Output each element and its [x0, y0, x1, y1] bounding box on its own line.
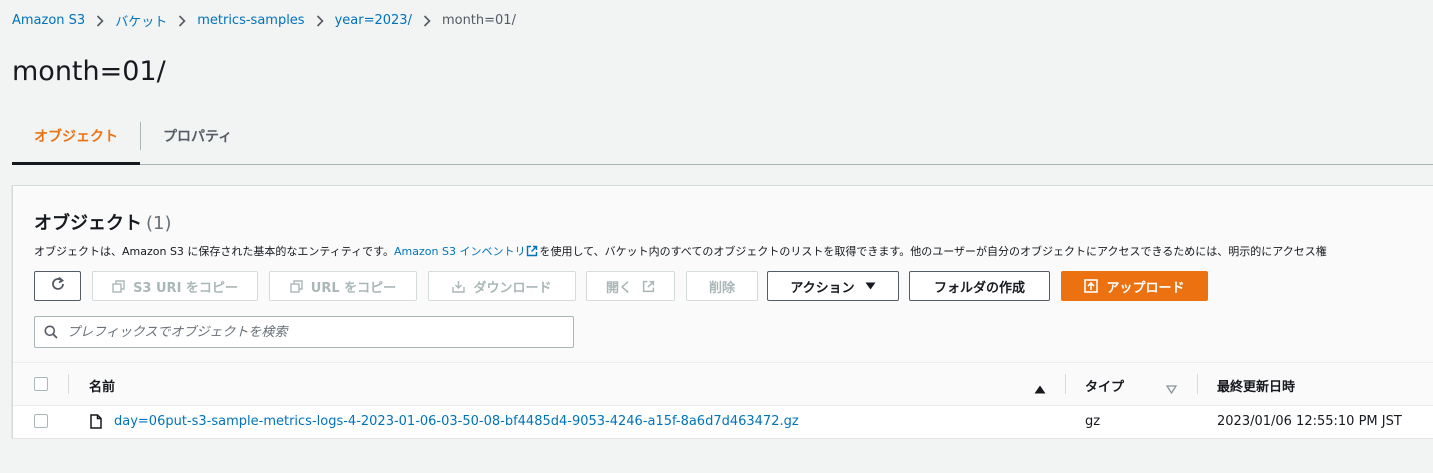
tab-bar: オブジェクト プロパティ [12, 108, 1433, 165]
column-divider [1065, 374, 1066, 394]
objects-count: (1) [146, 213, 172, 234]
breadcrumb-amazon-s3[interactable]: Amazon S3 [12, 13, 85, 28]
table-header: 名前 タイプ 最終更新日時 [13, 363, 1433, 406]
object-type: gz [1085, 414, 1101, 429]
search-input[interactable] [67, 324, 573, 340]
objects-panel-header: オブジェクト (1) オブジェクトは、Amazon S3 に保存された基本的なエン… [13, 186, 1433, 363]
create-folder-label: フォルダの作成 [933, 280, 1025, 296]
copy-s3-uri-button[interactable]: S3 URI をコピー [92, 271, 258, 301]
chevron-right-icon [85, 14, 115, 27]
description-text-start: オブジェクトは、Amazon S3 に保存された基本的なエンティティです。 [34, 245, 395, 258]
file-icon [90, 414, 102, 433]
open-button[interactable]: 開く [586, 271, 675, 301]
download-button[interactable]: ダウンロード [428, 271, 576, 301]
row-checkbox[interactable] [34, 414, 48, 428]
objects-panel-heading: オブジェクト [34, 213, 142, 234]
sort-unsorted-icon[interactable] [1165, 379, 1178, 398]
breadcrumb-current: month=01/ [441, 13, 516, 28]
breadcrumb: Amazon S3 バケット metrics-samples year=2023… [12, 11, 516, 30]
actions-dropdown[interactable]: アクション [767, 271, 899, 301]
delete-button[interactable]: 削除 [686, 271, 758, 301]
refresh-button[interactable] [34, 271, 81, 301]
sort-ascending-icon[interactable] [1034, 379, 1046, 398]
upload-icon [1084, 279, 1099, 293]
column-header-last-modified[interactable]: 最終更新日時 [1217, 376, 1295, 395]
breadcrumb-year-folder[interactable]: year=2023/ [335, 13, 412, 28]
caret-down-icon [865, 282, 876, 290]
chevron-right-icon [412, 14, 442, 27]
copy-url-label: URL をコピー [310, 280, 397, 296]
inventory-link[interactable]: Amazon S3 インベントリ [394, 245, 525, 258]
actions-label: アクション [790, 280, 855, 296]
create-folder-button[interactable]: フォルダの作成 [909, 271, 1050, 301]
description-text-end: を使用して、バケット内のすべてのオブジェクトのリストを取得できます。他のユーザー… [539, 245, 1327, 258]
delete-label: 削除 [708, 280, 735, 296]
column-divider [68, 374, 69, 394]
breadcrumb-bucket[interactable]: metrics-samples [197, 13, 304, 28]
external-link-icon [642, 280, 655, 293]
column-header-type[interactable]: タイプ [1085, 376, 1124, 395]
copy-icon [290, 279, 303, 293]
copy-s3-uri-label: S3 URI をコピー [133, 280, 238, 296]
upload-button[interactable]: アップロード [1061, 271, 1208, 301]
object-last-modified: 2023/01/06 12:55:10 PM JST [1217, 414, 1402, 429]
external-link-icon[interactable] [526, 245, 538, 257]
objects-panel: オブジェクト (1) オブジェクトは、Amazon S3 に保存された基本的なエン… [12, 185, 1433, 438]
column-divider [1197, 374, 1198, 394]
download-label: ダウンロード [473, 280, 552, 296]
objects-panel-title: オブジェクト (1) [34, 209, 172, 235]
tab-properties[interactable]: プロパティ [141, 108, 254, 164]
upload-label: アップロード [1106, 280, 1185, 296]
search-icon [35, 325, 67, 339]
page-title: month=01/ [12, 56, 166, 87]
copy-url-button[interactable]: URL をコピー [269, 271, 417, 301]
object-search[interactable] [34, 316, 574, 348]
tab-objects[interactable]: オブジェクト [12, 108, 140, 165]
objects-description: オブジェクトは、Amazon S3 に保存された基本的なエンティティです。Ama… [34, 243, 1327, 259]
object-name-link[interactable]: day=06put-s3-sample-metrics-logs-4-2023-… [114, 414, 799, 429]
open-label: 開く [605, 280, 632, 296]
column-header-name[interactable]: 名前 [89, 376, 115, 395]
chevron-right-icon [167, 14, 197, 27]
select-all-checkbox[interactable] [34, 377, 48, 391]
table-row: day=06put-s3-sample-metrics-logs-4-2023-… [13, 406, 1433, 438]
breadcrumb-buckets[interactable]: バケット [115, 11, 167, 30]
chevron-right-icon [305, 14, 335, 27]
copy-icon [112, 279, 125, 293]
refresh-icon [50, 276, 66, 296]
download-icon [452, 280, 466, 293]
